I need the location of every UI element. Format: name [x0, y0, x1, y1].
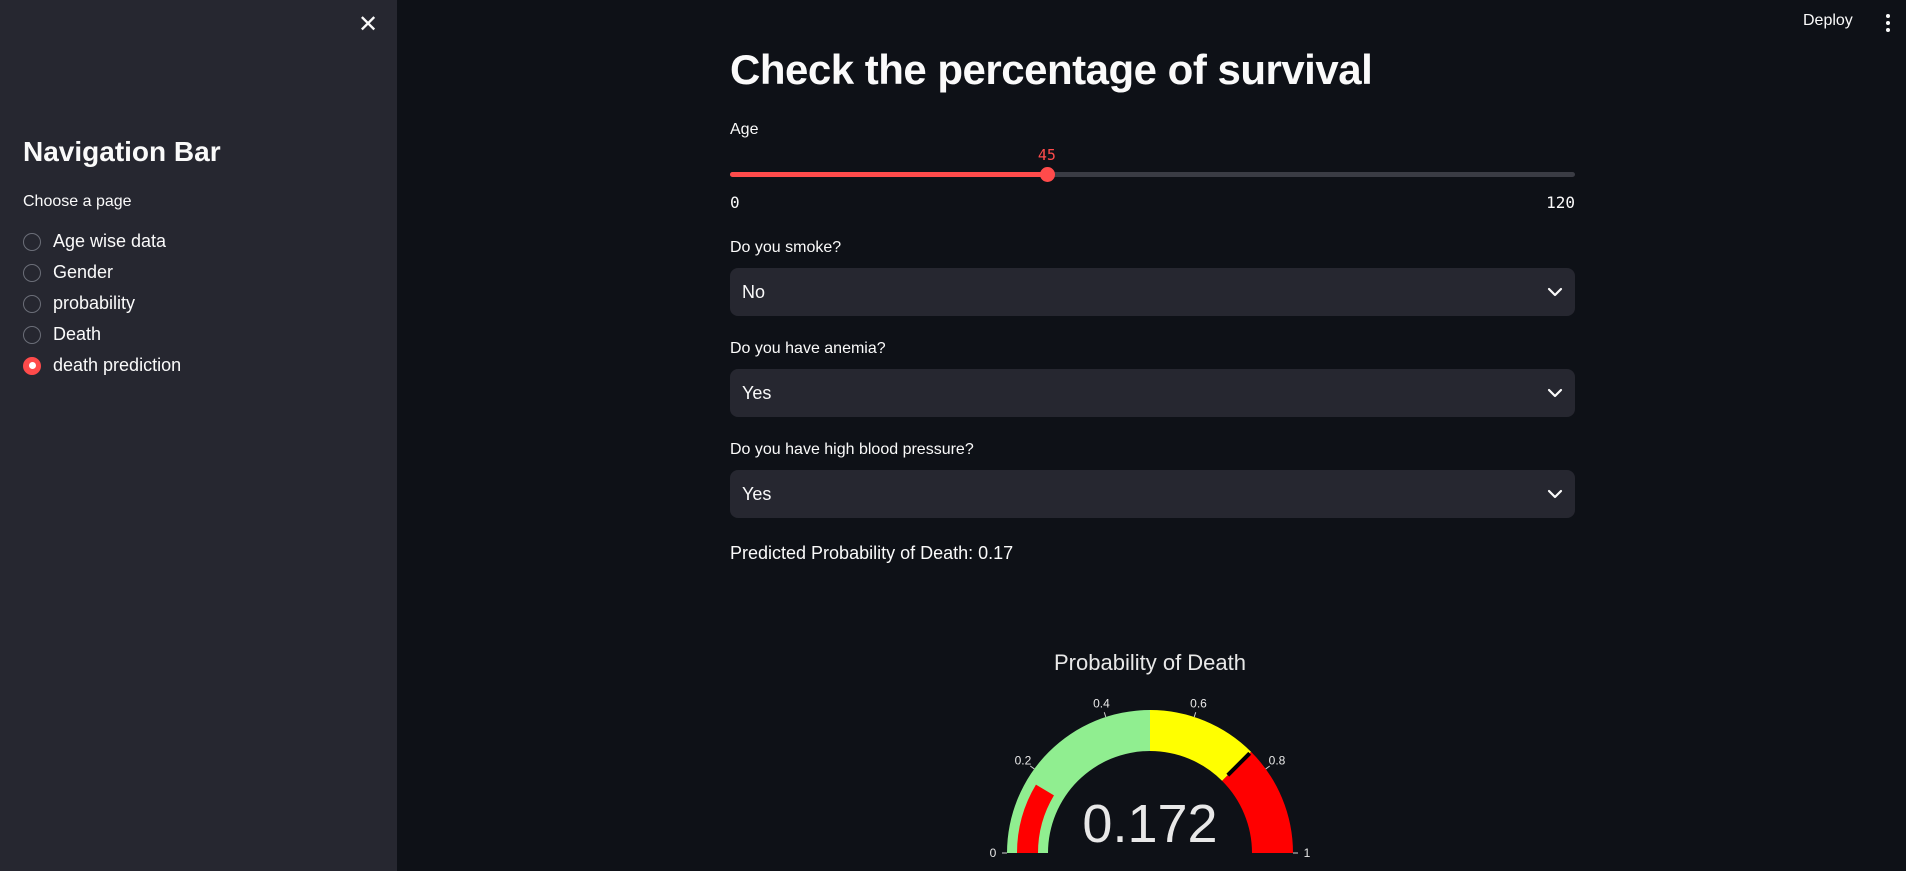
radio-gender[interactable]: Gender [23, 257, 181, 288]
blood-pressure-label: Do you have high blood pressure? [730, 441, 974, 458]
radio-group-label: Choose a page [23, 193, 132, 210]
age-slider-thumb[interactable] [1039, 167, 1055, 182]
gauge-tick-label: 0.2 [1015, 754, 1032, 768]
anemia-select[interactable]: Yes [730, 369, 1575, 417]
predicted-probability-text: Predicted Probability of Death: 0.17 [730, 543, 1014, 563]
blood-pressure-select[interactable]: Yes [730, 470, 1575, 518]
age-slider-max: 120 [1546, 193, 1575, 212]
radio-probability[interactable]: probability [23, 288, 181, 319]
age-label: Age [730, 121, 759, 138]
gauge-svg: 0 0.2 0.4 0.6 0.8 1 0.172 [990, 697, 1311, 860]
gauge-tick-label: 0.4 [1093, 697, 1110, 711]
blood-pressure-select-value: Yes [742, 483, 772, 504]
close-icon[interactable]: ✕ [355, 12, 381, 38]
page-radio-group: Age wise data Gender probability Death d… [23, 226, 181, 381]
gauge-tick-label: 0 [990, 846, 997, 860]
gauge-tick-label: 0.8 [1269, 754, 1286, 768]
deploy-button[interactable]: Deploy [1803, 12, 1853, 30]
anemia-label: Do you have anemia? [730, 340, 886, 357]
radio-button-checked-icon[interactable] [23, 356, 41, 375]
age-slider-fill [730, 172, 1047, 177]
radio-button-icon[interactable] [23, 232, 41, 251]
smoke-select[interactable]: No [730, 268, 1575, 316]
age-slider-min: 0 [730, 193, 740, 212]
radio-label: Death [53, 324, 102, 344]
kebab-menu-icon[interactable] [1880, 10, 1896, 36]
gauge-value-label: 0.172 [1082, 794, 1217, 854]
radio-death-prediction[interactable]: death prediction [23, 350, 181, 381]
radio-label: Gender [53, 262, 114, 282]
chevron-down-icon [1547, 287, 1563, 297]
age-slider-track[interactable] [730, 167, 1575, 182]
chevron-down-icon [1547, 388, 1563, 398]
radio-button-icon[interactable] [23, 325, 41, 344]
smoke-select-value: No [742, 281, 766, 302]
sidebar-title: Navigation Bar [23, 136, 221, 167]
age-slider-value: 45 [1037, 146, 1056, 164]
chevron-down-icon [1547, 489, 1563, 499]
probability-gauge-chart: Probability of Death 0 0.2 0.4 0.6 0.8 1 0.172 [960, 650, 1340, 871]
gauge-tick-label: 0.6 [1190, 697, 1207, 711]
page-title: Check the percentage of survival [730, 46, 1373, 93]
radio-button-icon[interactable] [23, 294, 41, 313]
gauge-tick [1103, 712, 1107, 718]
smoke-label: Do you smoke? [730, 239, 842, 256]
radio-label: death prediction [53, 355, 182, 375]
radio-death[interactable]: Death [23, 319, 181, 350]
gauge-tick-label: 1 [1304, 846, 1311, 860]
radio-button-icon[interactable] [23, 263, 41, 282]
radio-label: Age wise data [53, 231, 167, 251]
gauge-tick [1193, 712, 1197, 718]
radio-label: probability [53, 293, 136, 313]
anemia-select-value: Yes [742, 382, 772, 403]
radio-age-wise-data[interactable]: Age wise data [23, 226, 181, 257]
sidebar: ✕ Navigation Bar Choose a page Age wise … [0, 0, 397, 871]
